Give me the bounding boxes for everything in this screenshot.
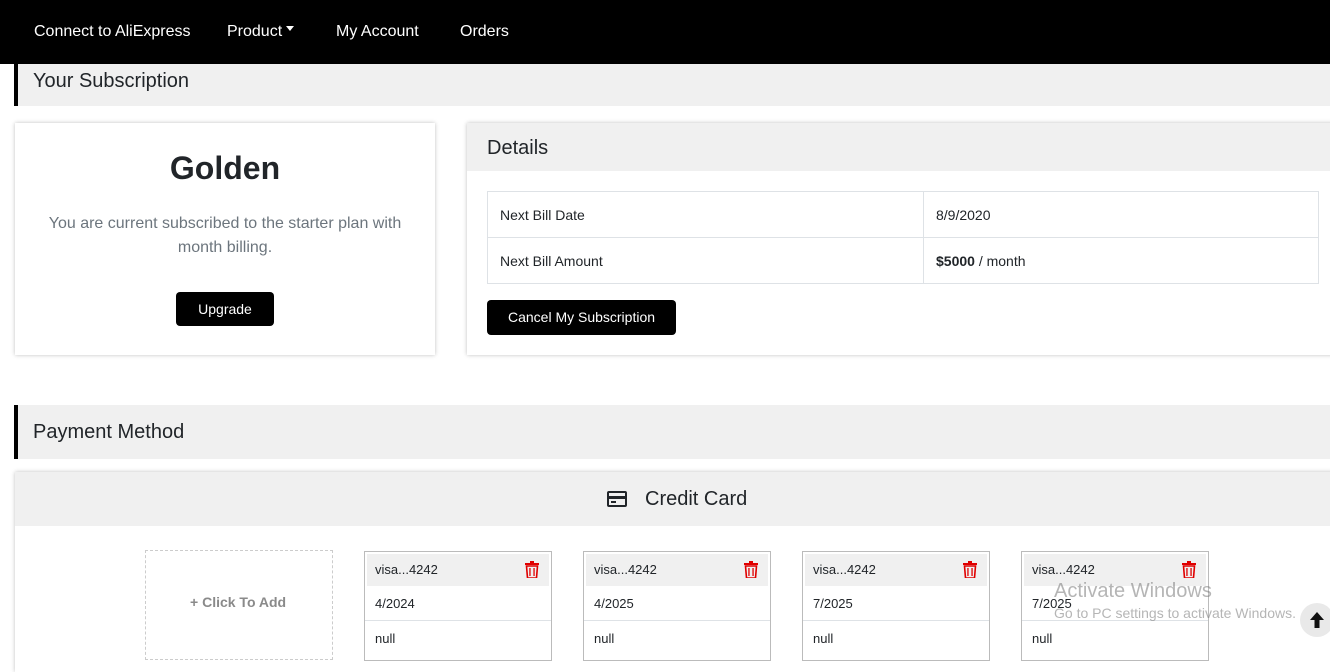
card-number: visa...4242 bbox=[1032, 562, 1095, 577]
plan-description: You are current subscribed to the starte… bbox=[48, 215, 402, 256]
add-card-label[interactable]: + Click To Add bbox=[190, 594, 286, 610]
next-bill-date-label: Next Bill Date bbox=[487, 191, 924, 238]
trash-icon[interactable] bbox=[525, 561, 539, 578]
credit-card-title: Credit Card bbox=[645, 488, 748, 510]
plus-icon: + bbox=[190, 594, 199, 610]
billing-details-table: Next Bill Date 8/9/2020 Next Bill Amount… bbox=[487, 191, 1319, 284]
bill-period: / month bbox=[974, 252, 1026, 269]
saved-card[interactable]: visa...4242 4/2025 null bbox=[583, 551, 771, 661]
activate-windows-watermark: Activate Windows bbox=[1054, 580, 1212, 602]
arrow-up-icon bbox=[1310, 612, 1324, 628]
table-row: Next Bill Date 8/9/2020 bbox=[487, 191, 1319, 238]
caret-down-icon bbox=[286, 26, 295, 32]
saved-card[interactable]: visa...4242 4/2024 null bbox=[364, 551, 552, 661]
plan-name: Golden bbox=[169, 150, 281, 186]
trash-icon[interactable] bbox=[744, 561, 758, 578]
subscription-section-title: Your Subscription bbox=[33, 70, 190, 92]
cancel-subscription-button[interactable]: Cancel My Subscription bbox=[487, 300, 676, 335]
scroll-to-top-button[interactable] bbox=[1300, 603, 1330, 637]
card-number: visa...4242 bbox=[375, 562, 438, 577]
divider bbox=[803, 620, 989, 621]
card-expiry: 7/2025 bbox=[813, 596, 853, 611]
upgrade-button[interactable]: Upgrade bbox=[176, 292, 274, 326]
bill-amount: $5000 bbox=[936, 252, 975, 269]
card-number: visa...4242 bbox=[813, 562, 876, 577]
card-holder: null bbox=[1032, 631, 1053, 646]
divider bbox=[365, 620, 551, 621]
card-expiry: 4/2024 bbox=[375, 596, 415, 611]
card-holder: null bbox=[813, 631, 834, 646]
saved-card[interactable]: visa...4242 7/2025 null bbox=[802, 551, 990, 661]
subscription-section-header: Your Subscription bbox=[14, 64, 1330, 106]
card-holder: null bbox=[594, 631, 615, 646]
credit-card-icon bbox=[607, 491, 627, 507]
payment-section-title: Payment Method bbox=[33, 421, 185, 443]
top-navbar: Connect to AliExpress Product My Account… bbox=[0, 0, 1330, 64]
table-row: Next Bill Amount $5000 / month bbox=[487, 237, 1319, 284]
next-bill-date-value: 8/9/2020 bbox=[923, 191, 1319, 238]
nav-connect-aliexpress[interactable]: Connect to AliExpress bbox=[34, 0, 191, 64]
details-card-header bbox=[467, 123, 1330, 171]
trash-icon[interactable] bbox=[963, 561, 977, 578]
next-bill-amount-label: Next Bill Amount bbox=[487, 237, 924, 284]
card-expiry: 4/2025 bbox=[594, 596, 634, 611]
trash-icon[interactable] bbox=[1182, 561, 1196, 578]
activate-windows-hint: Go to PC settings to activate Windows. bbox=[1054, 605, 1296, 621]
payment-section-header: Payment Method bbox=[14, 405, 1330, 459]
nav-product-dropdown[interactable]: Product bbox=[227, 0, 295, 64]
divider bbox=[584, 620, 770, 621]
nav-product-label: Product bbox=[227, 23, 283, 40]
next-bill-amount-value: $5000 / month bbox=[923, 237, 1319, 284]
card-number: visa...4242 bbox=[594, 562, 657, 577]
nav-orders[interactable]: Orders bbox=[460, 0, 509, 64]
card-holder: null bbox=[375, 631, 396, 646]
nav-my-account[interactable]: My Account bbox=[336, 0, 419, 64]
details-title: Details bbox=[487, 137, 549, 159]
add-card-text: Click To Add bbox=[202, 594, 287, 610]
